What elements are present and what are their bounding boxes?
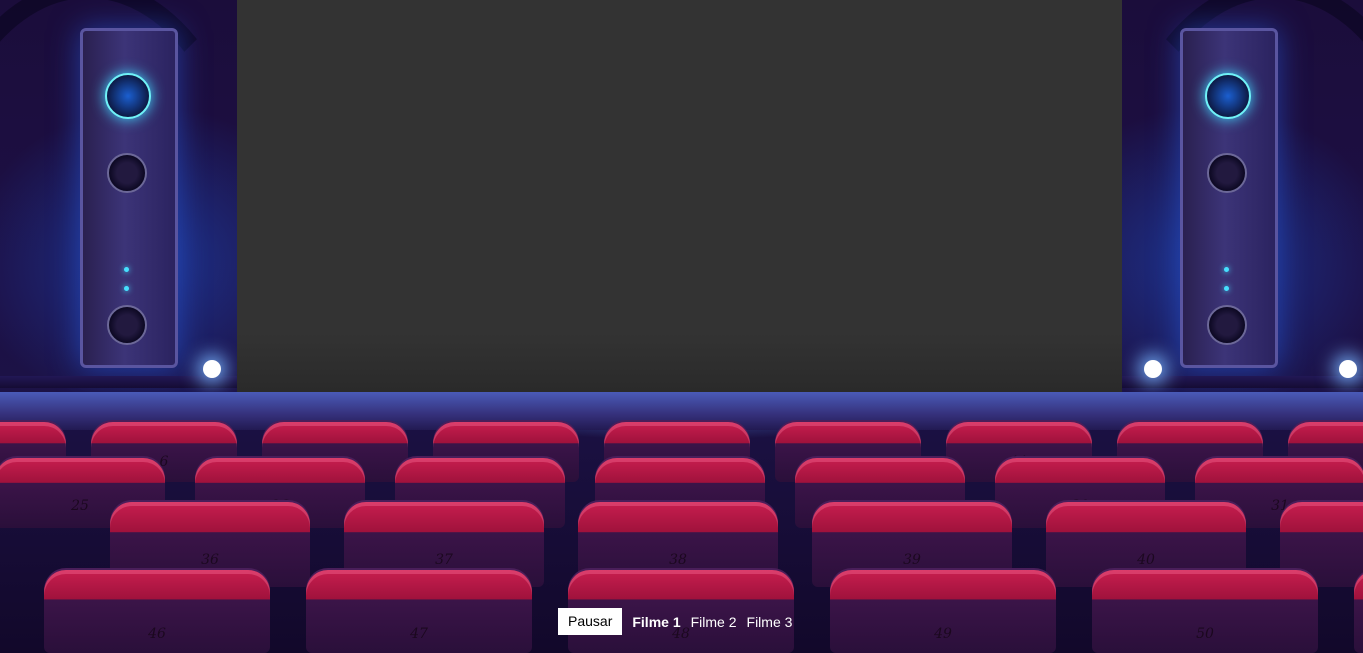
spotlight-icon bbox=[1144, 360, 1162, 378]
spotlight-icon bbox=[203, 360, 221, 378]
speaker-woofer-icon bbox=[1207, 305, 1247, 345]
spotlight-icon bbox=[1339, 360, 1357, 378]
speaker-woofer-icon bbox=[107, 305, 147, 345]
speaker-led bbox=[1224, 286, 1229, 291]
speaker-led bbox=[124, 286, 129, 291]
seat-number: 39 bbox=[903, 552, 921, 568]
seat-number: 50 bbox=[1196, 626, 1214, 642]
cinema-seat: 47 bbox=[306, 570, 532, 653]
speaker-woofer-icon bbox=[1207, 153, 1247, 193]
movie-2-link[interactable]: Filme 2 bbox=[691, 614, 737, 630]
cinema-seat: 50 bbox=[1092, 570, 1318, 653]
speaker-tweeter-icon bbox=[105, 73, 151, 119]
movie-1-link[interactable]: Filme 1 bbox=[632, 614, 680, 630]
speaker-woofer-icon bbox=[107, 153, 147, 193]
speaker-led bbox=[1224, 267, 1229, 272]
pause-button[interactable]: Pausar bbox=[558, 608, 623, 635]
seat-number: 46 bbox=[148, 626, 166, 642]
seat-number: 47 bbox=[410, 626, 428, 642]
cinema-seat: 49 bbox=[830, 570, 1056, 653]
movie-3-link[interactable]: Filme 3 bbox=[747, 614, 793, 630]
seat-number: 49 bbox=[934, 626, 952, 642]
seat-number: 38 bbox=[669, 552, 687, 568]
speaker-tweeter-icon bbox=[1205, 73, 1251, 119]
seat-number: 36 bbox=[201, 552, 219, 568]
cinema-seat: 46 bbox=[44, 570, 270, 653]
seat-number: 37 bbox=[435, 552, 453, 568]
speaker-led bbox=[124, 267, 129, 272]
right-speaker bbox=[1180, 28, 1278, 368]
cinema-seat bbox=[1354, 570, 1363, 653]
seat-number: 40 bbox=[1137, 552, 1155, 568]
video-screen[interactable] bbox=[237, 0, 1122, 392]
cinema-background: 56112526303136373839404647484950 Pausar … bbox=[0, 0, 1363, 653]
left-speaker bbox=[80, 28, 178, 368]
player-controls: Pausar Filme 1 Filme 2 Filme 3 bbox=[558, 608, 792, 635]
